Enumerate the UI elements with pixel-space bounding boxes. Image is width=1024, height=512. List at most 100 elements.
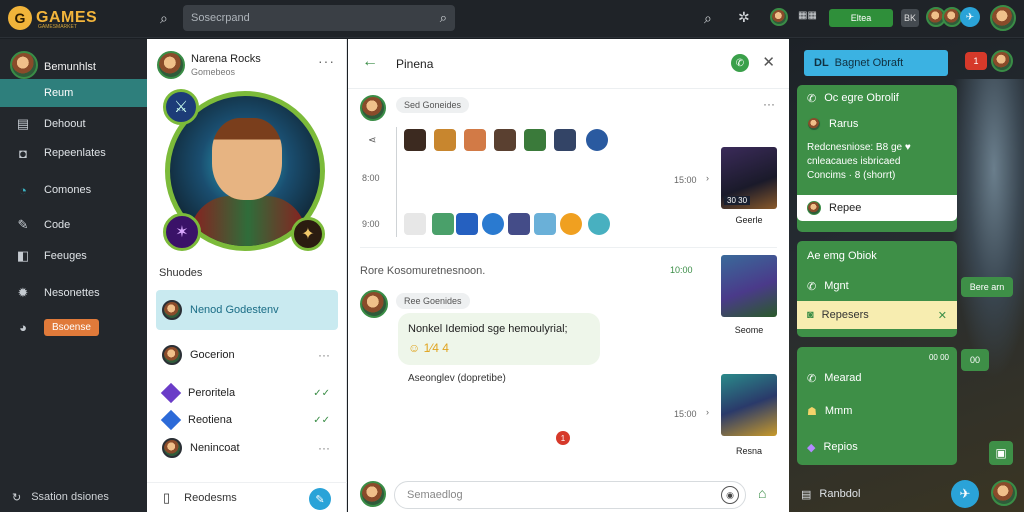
- panel-row[interactable]: ✆ Mgnt: [797, 271, 957, 301]
- green-chip[interactable]: Eltea: [829, 9, 893, 27]
- chevron-right-icon: ›: [706, 407, 709, 417]
- game-card[interactable]: [721, 374, 777, 436]
- message-bubble[interactable]: Nonkel Idemiod sge hemoulyrial; ☺ 1⁄4 4: [398, 313, 600, 365]
- search-icon[interactable]: ⌕: [160, 10, 168, 27]
- list-item[interactable]: Peroritela ✓✓: [156, 379, 338, 407]
- user-avatar[interactable]: [991, 480, 1017, 506]
- contact-sub: Gomebeos: [191, 67, 236, 77]
- side-chip[interactable]: 00: [961, 349, 989, 371]
- right-footer[interactable]: ▤ Ranbdol: [801, 483, 860, 505]
- gem-icon[interactable]: [508, 213, 530, 235]
- top-search-input[interactable]: Sosecrpand ⌕: [183, 5, 455, 31]
- search-icon[interactable]: ⌕: [704, 10, 712, 27]
- more-icon[interactable]: ···: [318, 348, 330, 362]
- twitter-icon[interactable]: ✈: [960, 7, 980, 27]
- grid-icon[interactable]: ▦▦: [798, 10, 817, 21]
- sword-icon[interactable]: ⚔: [163, 89, 199, 125]
- card-caption: Resna: [735, 446, 762, 456]
- avatar[interactable]: [991, 50, 1013, 72]
- panel-row[interactable]: ◙ Repesers ✕: [797, 301, 957, 329]
- scroll-icon: ✎: [17, 217, 29, 232]
- character-icon[interactable]: [434, 129, 456, 151]
- magic-icon[interactable]: ✶: [163, 213, 201, 251]
- avatar[interactable]: [942, 7, 962, 27]
- pin-icon: DL: [814, 57, 829, 69]
- trophy-icon: ☗: [807, 405, 817, 418]
- send-icon[interactable]: ⌂: [758, 485, 766, 501]
- sidebar-item-repeenlates[interactable]: ◘ Repeenlates: [0, 139, 147, 167]
- notification-badge[interactable]: 1: [965, 52, 987, 70]
- expand-icon[interactable]: ✕: [938, 309, 947, 322]
- sidebar-footer[interactable]: ↻ Ssation dsiones: [0, 482, 147, 512]
- app-logo[interactable]: G GAMES GAMESMARKET: [8, 6, 97, 30]
- globe-icon[interactable]: [482, 213, 504, 235]
- panel-row[interactable]: Rarus: [797, 111, 957, 137]
- side-chip[interactable]: Bere arn: [961, 277, 1013, 297]
- more-icon[interactable]: ···: [318, 53, 335, 69]
- character-icon[interactable]: [404, 129, 426, 151]
- character-icon[interactable]: [494, 129, 516, 151]
- contacts-header[interactable]: Narena Rocks Gomebeos ···: [157, 51, 339, 81]
- unread-badge[interactable]: 1: [556, 431, 570, 445]
- search-icon[interactable]: ⌕: [440, 10, 447, 26]
- panel-row[interactable]: ◆ Repios: [797, 429, 957, 465]
- panel-row[interactable]: ✆ Mearad: [797, 363, 957, 393]
- back-arrow-icon[interactable]: ←: [362, 53, 378, 71]
- panel-row[interactable]: ☗ Mmm: [797, 393, 957, 429]
- list-item-label: Gocerion: [190, 349, 235, 361]
- character-icon[interactable]: [586, 129, 608, 151]
- more-icon[interactable]: ···: [318, 441, 330, 455]
- sidebar-item-nesonettes[interactable]: ✹ Nesonettes: [0, 279, 147, 307]
- avatar[interactable]: [770, 8, 788, 26]
- timestamp: 8:00: [362, 173, 380, 183]
- bug-icon[interactable]: ✲: [738, 9, 750, 26]
- more-icon[interactable]: ···: [763, 97, 775, 111]
- voice-icon[interactable]: ◉: [721, 486, 739, 504]
- phone-icon: ✆: [807, 372, 817, 385]
- map-icon[interactable]: [432, 213, 454, 235]
- dark-chip[interactable]: BK: [901, 9, 919, 27]
- whatsapp-icon[interactable]: ✆: [731, 54, 749, 72]
- character-icon[interactable]: [464, 129, 486, 151]
- sun-icon[interactable]: [560, 213, 582, 235]
- system-message: Rore Kosomuretnesnoon.: [360, 265, 486, 277]
- panel-row-label: Mearad: [824, 372, 862, 384]
- share-icon[interactable]: ⋖: [368, 135, 376, 146]
- panel-footer-row[interactable]: Repee: [797, 195, 957, 221]
- sidebar-user[interactable]: Bemunhlst Reum: [0, 45, 147, 107]
- shield-icon[interactable]: [456, 213, 478, 235]
- book-icon[interactable]: [534, 213, 556, 235]
- game-card[interactable]: [721, 255, 777, 317]
- list-item[interactable]: Nenincoat ···: [156, 434, 338, 462]
- sidebar-item-dehoout[interactable]: ▤ Dehoout: [0, 110, 147, 138]
- frog-icon[interactable]: [588, 213, 610, 235]
- message-caption: Aseonglev (dopretibe): [408, 373, 506, 384]
- message-input[interactable]: Semaedlog ◉: [394, 481, 746, 509]
- twitter-icon[interactable]: ✈: [951, 480, 979, 508]
- user-avatar[interactable]: [990, 5, 1016, 31]
- list-item[interactable]: Nenod Godestenv: [156, 290, 338, 330]
- character-icon[interactable]: [554, 129, 576, 151]
- contacts-footer-label: Reodesms: [184, 491, 237, 504]
- chat-title: Pinena: [396, 57, 434, 71]
- sidebar-item-comones[interactable]: ◔ Comones: [0, 176, 147, 204]
- read-icon: ✓✓: [313, 387, 330, 399]
- sidebar-item-code[interactable]: ✎ Code: [0, 211, 147, 239]
- pinned-button[interactable]: DL Bagnet Obraft: [804, 50, 948, 76]
- contacts-footer[interactable]: ▯ Reodesms ✎: [147, 482, 347, 512]
- list-item-label: Nenod Godestenv: [190, 304, 279, 316]
- avatar: [807, 201, 821, 215]
- sidebar-item-status[interactable]: Reum: [0, 79, 147, 107]
- close-icon[interactable]: ✕: [762, 53, 775, 71]
- list-item[interactable]: Gocerion ···: [156, 341, 338, 369]
- axe-icon[interactable]: ✦: [291, 217, 325, 251]
- sidebar-item-feeuges[interactable]: ◧ Feeuges: [0, 242, 147, 270]
- sidebar-item-bsoense[interactable]: ◕ Bsoense: [0, 313, 147, 341]
- character-icon[interactable]: [524, 129, 546, 151]
- compose-icon[interactable]: ✎: [309, 488, 331, 510]
- user-avatar[interactable]: [10, 51, 38, 79]
- list-item[interactable]: Reotiena ✓✓: [156, 406, 338, 434]
- avatar[interactable]: [157, 51, 185, 79]
- character-icon[interactable]: [404, 213, 426, 235]
- save-icon[interactable]: ▣: [989, 441, 1013, 465]
